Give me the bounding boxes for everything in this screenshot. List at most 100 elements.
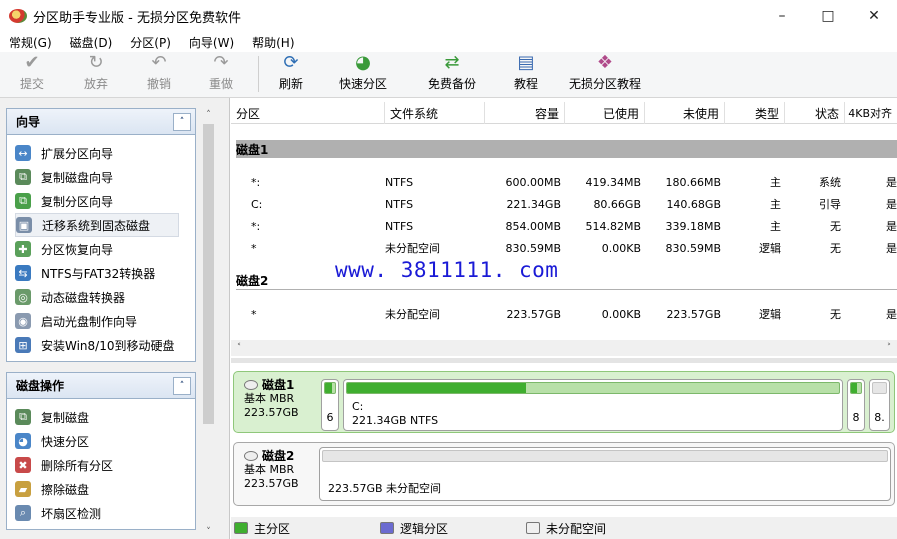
diskop-wipe-disk[interactable]: ▰ 擦除磁盘 (15, 477, 195, 501)
redo-label: 重做 (208, 77, 233, 91)
disk1-unallocated[interactable]: 8. (869, 379, 890, 431)
cell-type: 主 (770, 220, 781, 233)
cell-partition: * (251, 307, 257, 321)
col-capacity[interactable]: 容量 (485, 102, 565, 124)
diskop-quick-partition[interactable]: ◕ 快速分区 (15, 429, 195, 453)
wizard-collapse-button[interactable]: ˄ (173, 112, 191, 131)
free-backup-label: 免费备份 (427, 77, 476, 91)
lossless-tutorial-button[interactable]: ❖ 无损分区教程 (557, 52, 653, 97)
col-type[interactable]: 类型 (725, 102, 785, 124)
book-icon: ▤ (517, 52, 535, 73)
wizard-migrate-os-ssd[interactable]: ▣ 迁移系统到固态磁盘 (15, 213, 179, 237)
nav-item-label: 扩展分区向导 (41, 146, 114, 161)
close-button[interactable]: ✕ (851, 0, 897, 32)
scroll-left-icon[interactable]: ˂ (231, 340, 247, 356)
col-4k-align[interactable]: 4KB对齐 (845, 102, 897, 124)
toolbar-separator (258, 56, 259, 92)
menu-disk[interactable]: 磁盘(D) (61, 34, 122, 51)
nav-item-label: 复制分区向导 (41, 194, 114, 209)
discard-button[interactable]: ↻ 放弃 (64, 52, 128, 97)
nav-item-label: 启动光盘制作向导 (41, 314, 138, 329)
menu-help[interactable]: 帮助(H) (243, 34, 303, 51)
scroll-up-icon[interactable]: ˄ (200, 108, 217, 122)
cell-align: 是 (886, 220, 897, 233)
wizard-win-to-go[interactable]: ⊞ 安装Win8/10到移动硬盘 (15, 333, 195, 357)
disk1-partition-system[interactable]: 6 (321, 379, 339, 431)
disk1-card[interactable]: 磁盘1 基本 MBR 223.57GB 6 C: 221.34GB NTFS 8 (233, 371, 895, 433)
wizard-copy-disk[interactable]: ⧉ 复制磁盘向导 (15, 165, 195, 189)
diskop-copy-disk[interactable]: ⧉ 复制磁盘 (15, 405, 195, 429)
cell-align: 是 (886, 198, 897, 211)
table-row[interactable]: *: NTFS 600.00MB 419.34MB 180.66MB 主 系统 … (231, 171, 897, 193)
disk2-card[interactable]: 磁盘2 基本 MBR 223.57GB 223.57GB 未分配空间 (233, 442, 895, 506)
recovery-icon: ✚ (15, 241, 31, 257)
wizard-group: 向导 ˄ ↔ 扩展分区向导 ⧉ 复制磁盘向导 ⧉ 复制分区向导 ▣ 迁移系统到固态磁盘 … (6, 108, 196, 362)
menu-wizard[interactable]: 向导(W) (180, 34, 243, 51)
cell-type: 主 (770, 198, 781, 211)
wizard-partition-recovery[interactable]: ✚ 分区恢复向导 (15, 237, 195, 261)
discard-label: 放弃 (83, 77, 108, 91)
scrollbar-thumb[interactable] (203, 124, 214, 424)
col-used[interactable]: 已使用 (565, 102, 645, 124)
disk2-unallocated-label: 223.57GB 未分配空间 (328, 482, 442, 495)
cell-type: 逻辑 (759, 242, 781, 255)
disk1-partition-c[interactable]: C: 221.34GB NTFS (343, 379, 843, 431)
window-title: 分区助手专业版 - 无损分区免费软件 (33, 10, 241, 26)
nav-item-label: NTFS与FAT32转换器 (41, 266, 156, 281)
minimize-button[interactable]: – (759, 0, 805, 32)
table-row[interactable]: *: NTFS 854.00MB 514.82MB 339.18MB 主 无 是 (231, 215, 897, 237)
col-free[interactable]: 未使用 (645, 102, 725, 124)
diskop-delete-all[interactable]: ✖ 删除所有分区 (15, 453, 195, 477)
menu-partition[interactable]: 分区(P) (121, 34, 180, 51)
nav-item-label: 迁移系统到固态磁盘 (42, 218, 151, 233)
left-panel: 向导 ˄ ↔ 扩展分区向导 ⧉ 复制磁盘向导 ⧉ 复制分区向导 ▣ 迁移系统到固态磁盘 … (0, 98, 230, 539)
nav-item-label: 分区恢复向导 (41, 242, 114, 257)
col-filesystem[interactable]: 文件系统 (385, 102, 485, 124)
disk-ops-group: 磁盘操作 ˄ ⧉ 复制磁盘 ◕ 快速分区 ✖ 删除所有分区 ▰ 擦除磁盘 ⌕ 坏扇区检测 (6, 372, 196, 530)
commit-button[interactable]: ✔ 提交 (0, 52, 64, 97)
scroll-down-icon[interactable]: ˅ (200, 525, 217, 539)
diskop-bad-sector[interactable]: ⌕ 坏扇区检测 (15, 501, 195, 525)
tutorial-button[interactable]: ▤ 教程 (495, 52, 557, 97)
table-disk1-heading[interactable]: 磁盘1 (236, 140, 897, 158)
disk1-partition-recovery[interactable]: 8 (847, 379, 865, 431)
main-panel: 分区 文件系统 容量 已使用 未使用 类型 状态 4KB对齐 磁盘1 *: NT… (231, 98, 897, 539)
disk1-heading-label: 磁盘1 (236, 142, 269, 157)
check-icon: ✔ (24, 52, 40, 73)
menu-general[interactable]: 常规(G) (0, 34, 61, 51)
close-icon: ✕ (868, 8, 880, 24)
table-row[interactable]: C: NTFS 221.34GB 80.66GB 140.68GB 主 引导 是 (231, 193, 897, 215)
left-panel-scrollbar[interactable]: ˄ ˅ (200, 108, 217, 539)
free-backup-button[interactable]: ⇄ 免费备份 (409, 52, 495, 97)
tutorial-label: 教程 (513, 77, 538, 91)
lossless-tutorial-icon: ❖ (596, 52, 614, 73)
quick-partition-button[interactable]: ◕ 快速分区 (317, 52, 409, 97)
wizard-ntfs-fat32[interactable]: ⇆ NTFS与FAT32转换器 (15, 261, 195, 285)
wizard-copy-partition[interactable]: ⧉ 复制分区向导 (15, 189, 195, 213)
backup-icon: ⇄ (444, 52, 460, 73)
cell-capacity: 221.34GB (506, 197, 561, 211)
wizard-extend-partition[interactable]: ↔ 扩展分区向导 (15, 141, 195, 165)
wizard-boot-cd[interactable]: ◉ 启动光盘制作向导 (15, 309, 195, 333)
undo-button[interactable]: ↶ 撤销 (128, 52, 190, 97)
col-partition[interactable]: 分区 (231, 102, 385, 124)
disk2-unallocated[interactable]: 223.57GB 未分配空间 (319, 447, 891, 501)
table-row[interactable]: * 未分配空间 830.59MB 0.00KB 830.59MB 逻辑 无 是 (231, 237, 897, 259)
table-row[interactable]: * 未分配空间 223.57GB 0.00KB 223.57GB 逻辑 无 是 (231, 303, 897, 325)
cell-status: 无 (830, 242, 841, 255)
maximize-button[interactable]: □ (805, 0, 851, 32)
cell-align: 是 (886, 308, 897, 321)
cell-status: 系统 (819, 176, 841, 189)
disk2-name: 磁盘2 (262, 449, 295, 463)
scroll-right-icon[interactable]: ˃ (881, 340, 897, 356)
redo-button[interactable]: ↷ 重做 (190, 52, 252, 97)
col-status[interactable]: 状态 (785, 102, 845, 124)
partition-label: 8. (874, 411, 885, 424)
wizard-dynamic-disk[interactable]: ◎ 动态磁盘转换器 (15, 285, 195, 309)
table-horizontal-scrollbar[interactable]: ˂ ˃ (231, 340, 897, 356)
app-logo-icon (9, 9, 27, 23)
disk-ops-collapse-button[interactable]: ˄ (173, 376, 191, 395)
cell-filesystem: 未分配空间 (385, 242, 440, 255)
refresh-button[interactable]: ⟳ 刷新 (265, 52, 317, 97)
cell-status: 无 (830, 220, 841, 233)
